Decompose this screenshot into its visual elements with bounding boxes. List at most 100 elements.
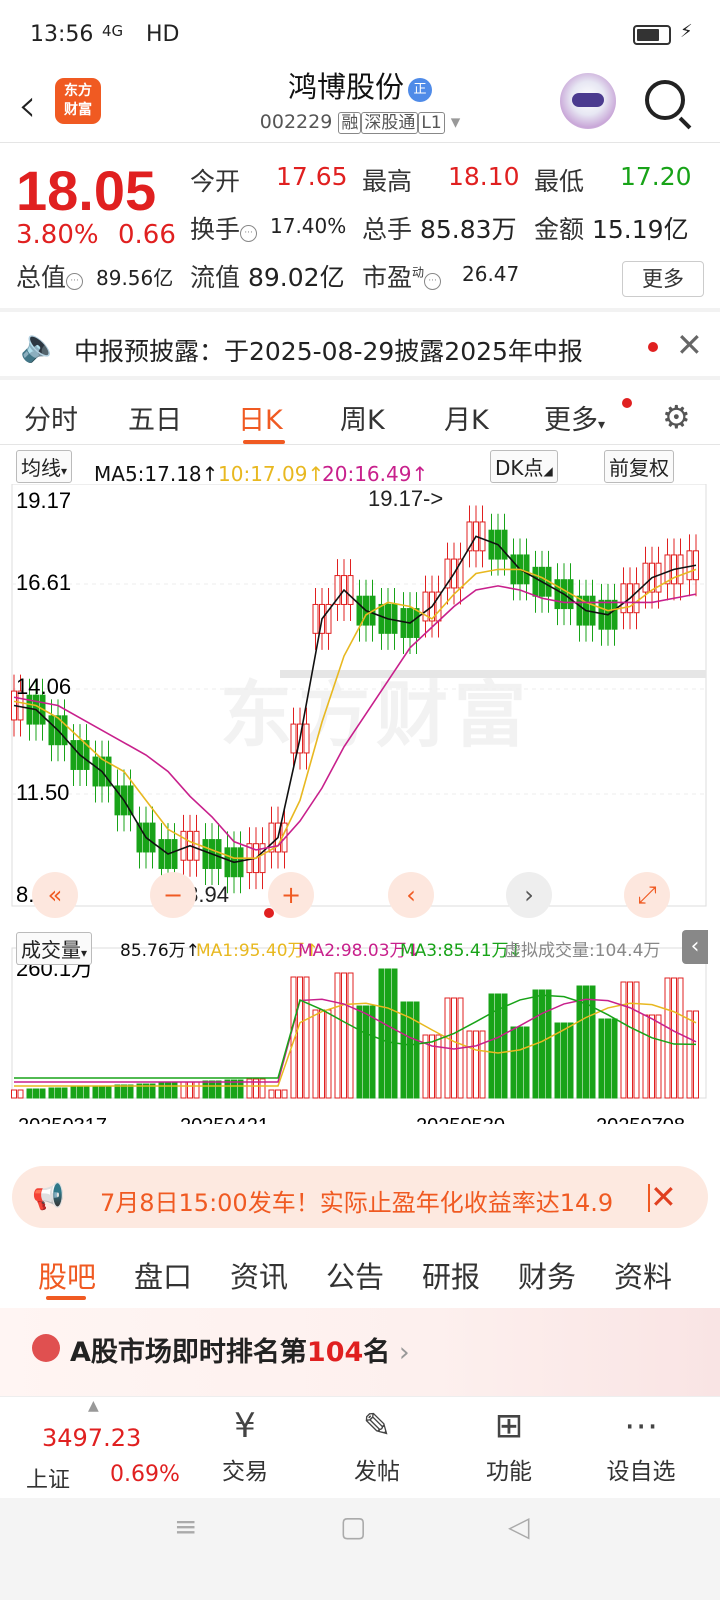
candle — [92, 756, 99, 787]
candle — [677, 554, 684, 585]
candle — [532, 566, 539, 597]
change-amount: 0.66 — [118, 220, 176, 250]
candle — [193, 830, 200, 861]
volume-bar — [77, 1086, 83, 1099]
next-icon[interactable]: › — [506, 872, 552, 918]
tab-more[interactable]: 更多▾ — [544, 398, 605, 437]
label-market-cap: 总值 ··· — [16, 258, 84, 294]
tab-announcement[interactable]: 公告 — [326, 1254, 384, 1296]
value-market-cap: 89.56亿 — [96, 266, 174, 290]
candle — [642, 562, 649, 593]
volume-bar — [92, 1085, 99, 1099]
candle — [48, 715, 55, 746]
grid-icon: ⊞ — [494, 1406, 524, 1446]
nav-post[interactable]: ✎ 发帖 — [322, 1396, 432, 1498]
zoom-out-icon[interactable]: − — [150, 872, 196, 918]
divider — [0, 308, 720, 312]
close-notice-icon[interactable]: ✕ — [676, 326, 703, 364]
volume-bar — [466, 1030, 473, 1099]
index-value[interactable]: 3497.23 — [42, 1424, 141, 1452]
back-nav-icon[interactable]: ◁ — [508, 1510, 530, 1543]
value-turnover: 17.40% — [270, 214, 347, 238]
volume-bar — [312, 1009, 319, 1099]
price-panel-frame — [11, 484, 707, 907]
tag-connect: 深股通 — [361, 112, 419, 134]
kline-chart[interactable]: 19.17 16.61 14.06 11.50 8.94 19.17-> <-8… — [0, 484, 720, 1124]
tab-profile[interactable]: 资料 — [614, 1254, 672, 1296]
volume-bar — [347, 972, 354, 1099]
candle — [488, 529, 495, 560]
volume-bar — [17, 1089, 24, 1099]
dk-point-button[interactable]: DK点◢ — [490, 450, 558, 483]
status-time: 13:56 — [30, 22, 94, 47]
home-icon[interactable]: ▢ — [340, 1510, 366, 1543]
label-float-cap: 流值 — [190, 263, 241, 292]
tab-research[interactable]: 研报 — [422, 1254, 480, 1296]
value-amount: 15.19亿 — [592, 215, 689, 244]
tab-intraday[interactable]: 分时 — [24, 398, 78, 437]
nav-trade[interactable]: ¥ 交易 — [190, 1396, 300, 1498]
notice-text[interactable]: 中报预披露：于2025-08-29披露2025年中报 — [74, 332, 583, 368]
tab-daily-k[interactable]: 日K — [238, 398, 283, 437]
label-amount: 金额 — [534, 215, 585, 244]
fullscreen-icon[interactable]: ⤢ — [624, 872, 670, 918]
adjust-button[interactable]: 前复权 — [604, 450, 674, 483]
label-low: 最低 — [534, 167, 585, 196]
dropdown-icon: ▾ — [450, 111, 461, 133]
notice-dot — [648, 342, 658, 352]
tab-weekly-k[interactable]: 周K — [340, 398, 385, 437]
more-quote-button[interactable]: 更多 — [622, 261, 704, 297]
tab-guba[interactable]: 股吧 — [38, 1254, 96, 1296]
volume-bar — [70, 1086, 77, 1099]
menu-icon[interactable]: ≡ — [174, 1510, 197, 1543]
info-icon[interactable]: ··· — [66, 273, 84, 290]
close-promo-icon[interactable]: ✕ — [650, 1178, 677, 1216]
volume-value: 85.76万↑ — [120, 941, 200, 961]
volume-bar — [325, 1009, 332, 1099]
tab-finance[interactable]: 财务 — [518, 1254, 576, 1296]
robot-assistant-icon[interactable] — [560, 73, 616, 129]
volume-bar — [187, 1081, 193, 1099]
high-annotation: 19.17-> — [368, 486, 443, 511]
volume-bar — [429, 1034, 435, 1099]
volume-bar — [664, 977, 671, 1099]
volume-bar — [378, 968, 385, 1099]
tab-pankou[interactable]: 盘口 — [134, 1254, 192, 1296]
promo-text[interactable]: 7月8日15:00发车！实际止盈年化收益率达14.9 — [100, 1183, 640, 1218]
volume-bar — [523, 1026, 530, 1099]
candle — [290, 723, 297, 754]
divider — [0, 376, 720, 380]
volume-bar — [369, 1005, 376, 1099]
volume-bar — [598, 1018, 605, 1099]
value-volume: 85.83万 — [420, 215, 517, 244]
tab-five-day[interactable]: 五日 — [128, 398, 182, 437]
info-icon[interactable]: ··· — [240, 225, 258, 242]
nav-functions[interactable]: ⊞ 功能 — [454, 1396, 564, 1498]
volume-bar — [303, 976, 310, 1099]
price-tick: 16.61 — [16, 570, 71, 595]
volume-bar — [479, 1030, 486, 1099]
volume-bar — [48, 1087, 55, 1099]
collapse-icon[interactable]: ‹ — [682, 930, 708, 964]
zoom-in-icon[interactable]: + — [268, 872, 314, 918]
volume-bar — [268, 1089, 275, 1099]
candle — [180, 830, 187, 861]
search-icon[interactable] — [645, 80, 685, 120]
rewind-icon[interactable]: « — [32, 872, 78, 918]
expand-icon[interactable]: ▲ — [88, 1398, 99, 1414]
rank-text[interactable]: A股市场即时排名第104名 › — [70, 1330, 410, 1369]
ma20-value: 20:16.49↑ — [322, 462, 429, 486]
volume-bar — [209, 1080, 215, 1099]
gear-icon[interactable]: ⚙ — [662, 398, 691, 436]
previous-icon[interactable]: ‹ — [388, 872, 434, 918]
tab-news[interactable]: 资讯 — [230, 1254, 288, 1296]
candle — [598, 599, 605, 630]
volume-bar — [26, 1088, 33, 1099]
volume-selector[interactable]: 成交量▾ — [16, 932, 93, 965]
candles — [11, 505, 699, 894]
volume-bar — [501, 993, 508, 1099]
nav-add-watchlist[interactable]: ⋯ 设自选 — [586, 1396, 696, 1498]
tab-monthly-k[interactable]: 月K — [444, 398, 489, 437]
ma-selector[interactable]: 均线▾ — [16, 450, 73, 483]
info-icon[interactable]: ··· — [424, 273, 442, 290]
